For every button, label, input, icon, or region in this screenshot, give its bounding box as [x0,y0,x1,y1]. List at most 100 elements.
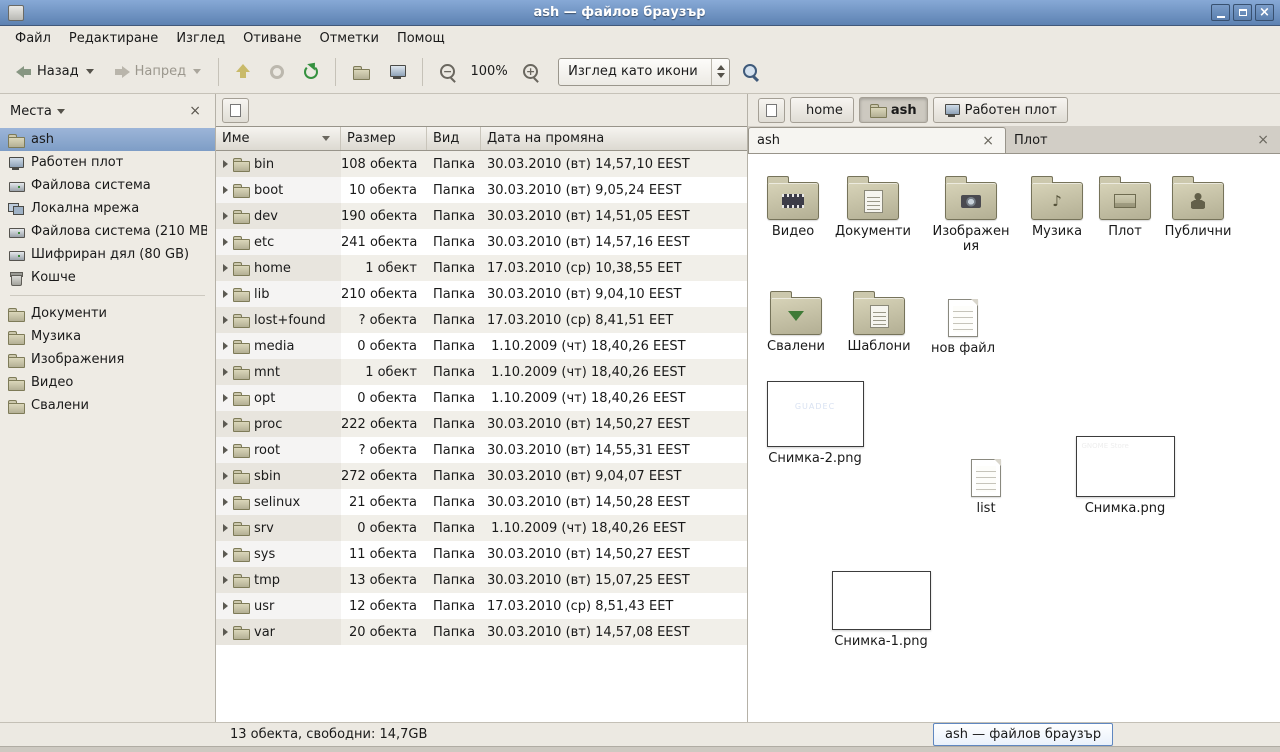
file-icon-item[interactable]: нов файл [918,292,1008,357]
forward-history-chevron-icon[interactable] [193,69,201,74]
pane-location-button[interactable] [758,98,785,123]
tree-row[interactable]: bin 108 обекта Папка 30.03.2010 (вт) 14,… [216,151,747,177]
tree-row[interactable]: home 1 обект Папка 17.03.2010 (ср) 10,38… [216,255,747,281]
tree-row[interactable]: opt 0 обекта Папка 1.10.2009 (чт) 18,40,… [216,385,747,411]
tree-row[interactable]: root ? обекта Папка 30.03.2010 (вт) 14,5… [216,437,747,463]
menu-item[interactable]: Файл [6,29,60,48]
column-header-type[interactable]: Вид [427,127,481,150]
menu-item[interactable]: Отиване [234,29,310,48]
sidebar-item[interactable]: Видео [0,371,215,394]
sidebar-item[interactable]: ash [0,128,215,151]
expander-icon[interactable] [223,316,228,324]
stop-button[interactable] [262,56,292,88]
column-header-size[interactable]: Размер [341,127,427,150]
expander-icon[interactable] [223,524,228,532]
close-button[interactable]: × [1255,4,1274,21]
tree-row[interactable]: dev 190 обекта Папка 30.03.2010 (вт) 14,… [216,203,747,229]
tree-row[interactable]: sys 11 обекта Папка 30.03.2010 (вт) 14,5… [216,541,747,567]
sidebar-item[interactable]: Работен плот [0,151,215,174]
tree-row[interactable]: tmp 13 обекта Папка 30.03.2010 (вт) 15,0… [216,567,747,593]
home-button[interactable] [345,56,377,88]
path-button[interactable]: Работен плот [933,97,1068,123]
view-mode-select[interactable]: Изглед като икони [558,58,730,86]
expander-icon[interactable] [223,446,228,454]
file-icon-item[interactable]: Свалени [751,290,841,355]
expander-icon[interactable] [223,368,228,376]
file-icon-item[interactable]: list [941,452,1031,517]
tree-row[interactable]: sbin 272 обекта Папка 30.03.2010 (вт) 9,… [216,463,747,489]
zoom-out-button[interactable]: − [432,56,463,88]
sidebar-item[interactable]: Музика [0,325,215,348]
expander-icon[interactable] [223,498,228,506]
back-history-chevron-icon[interactable] [86,69,94,74]
expander-icon[interactable] [223,342,228,350]
tab[interactable]: ash × [748,127,1006,153]
expander-icon[interactable] [223,576,228,584]
file-icon-item[interactable]: Снимка-2.png [763,381,867,467]
file-icon-item[interactable]: Публични [1153,175,1243,240]
icon-view[interactable]: Видео Документи Изображения [748,154,1280,722]
pane-location-button[interactable] [222,98,249,123]
sidebar-item[interactable]: Локална мрежа [0,197,215,220]
expander-icon[interactable] [223,550,228,558]
path-button[interactable]: home [790,97,854,123]
tree-row[interactable]: var 20 обекта Папка 30.03.2010 (вт) 14,5… [216,619,747,645]
tree-row[interactable]: mnt 1 обект Папка 1.10.2009 (чт) 18,40,2… [216,359,747,385]
sidebar-close-button[interactable]: × [185,102,205,120]
sidebar-item[interactable]: Файлова система (210 MB) [0,220,215,243]
expander-icon[interactable] [223,472,228,480]
sidebar-title-dropdown-icon[interactable] [57,109,65,114]
expander-icon[interactable] [223,186,228,194]
maximize-button[interactable] [1233,4,1252,21]
tree-row[interactable]: etc 241 обекта Папка 30.03.2010 (вт) 14,… [216,229,747,255]
tree-row[interactable]: usr 12 обекта Папка 17.03.2010 (ср) 8,51… [216,593,747,619]
expander-icon[interactable] [223,420,228,428]
expander-icon[interactable] [223,602,228,610]
file-icon-item[interactable]: Шаблони [834,290,924,355]
expander-icon[interactable] [223,290,228,298]
menu-item[interactable]: Изглед [167,29,234,48]
sidebar-item[interactable]: Изображения [0,348,215,371]
expander-icon[interactable] [223,238,228,246]
view-mode-spinner-icon[interactable] [711,59,729,85]
file-icon-item[interactable]: Изображения [926,175,1016,255]
tree-row[interactable]: media 0 обекта Папка 1.10.2009 (чт) 18,4… [216,333,747,359]
tree-row[interactable]: proc 222 обекта Папка 30.03.2010 (вт) 14… [216,411,747,437]
menu-item[interactable]: Редактиране [60,29,167,48]
sidebar-item[interactable]: Шифриран дял (80 GB) [0,243,215,266]
reload-button[interactable] [296,56,326,88]
expander-icon[interactable] [223,160,228,168]
column-header-modified[interactable]: Дата на промяна [481,127,747,150]
file-icon-item[interactable]: Снимка.png [1073,436,1177,517]
menu-item[interactable]: Помощ [388,29,454,48]
tab-close-button[interactable]: × [1254,133,1272,147]
search-button[interactable] [734,56,767,88]
sidebar-title[interactable]: Места [10,104,52,119]
tree-row[interactable]: boot 10 обекта Папка 30.03.2010 (вт) 9,0… [216,177,747,203]
titlebar[interactable]: ash — файлов браузър × [0,0,1280,26]
sidebar-item[interactable]: Свалени [0,394,215,417]
sidebar-item[interactable]: Кошче [0,266,215,289]
column-header-name[interactable]: Име [216,127,341,150]
file-icon-item[interactable]: Документи [828,175,918,240]
tree-row[interactable]: srv 0 обекта Папка 1.10.2009 (чт) 18,40,… [216,515,747,541]
zoom-in-button[interactable]: + [515,56,546,88]
expander-icon[interactable] [223,264,228,272]
tree-row[interactable]: lib 210 обекта Папка 30.03.2010 (вт) 9,0… [216,281,747,307]
back-button[interactable]: Назад [8,56,102,88]
expander-icon[interactable] [223,212,228,220]
tree-row[interactable]: selinux 21 обекта Папка 30.03.2010 (вт) … [216,489,747,515]
sidebar-item[interactable]: Файлова система [0,174,215,197]
expander-icon[interactable] [223,394,228,402]
tab-close-button[interactable]: × [979,134,997,148]
tree-row[interactable]: lost+found ? обекта Папка 17.03.2010 (ср… [216,307,747,333]
tab[interactable]: Плот × [1006,127,1280,153]
forward-button[interactable]: Напред [106,56,209,88]
computer-button[interactable] [381,56,413,88]
menu-item[interactable]: Отметки [310,29,387,48]
file-icon-item[interactable]: Видео [748,175,838,240]
expander-icon[interactable] [223,628,228,636]
up-button[interactable] [228,56,258,88]
path-button[interactable]: ash [859,97,928,123]
file-icon-item[interactable]: Снимка-1.png [829,571,933,650]
